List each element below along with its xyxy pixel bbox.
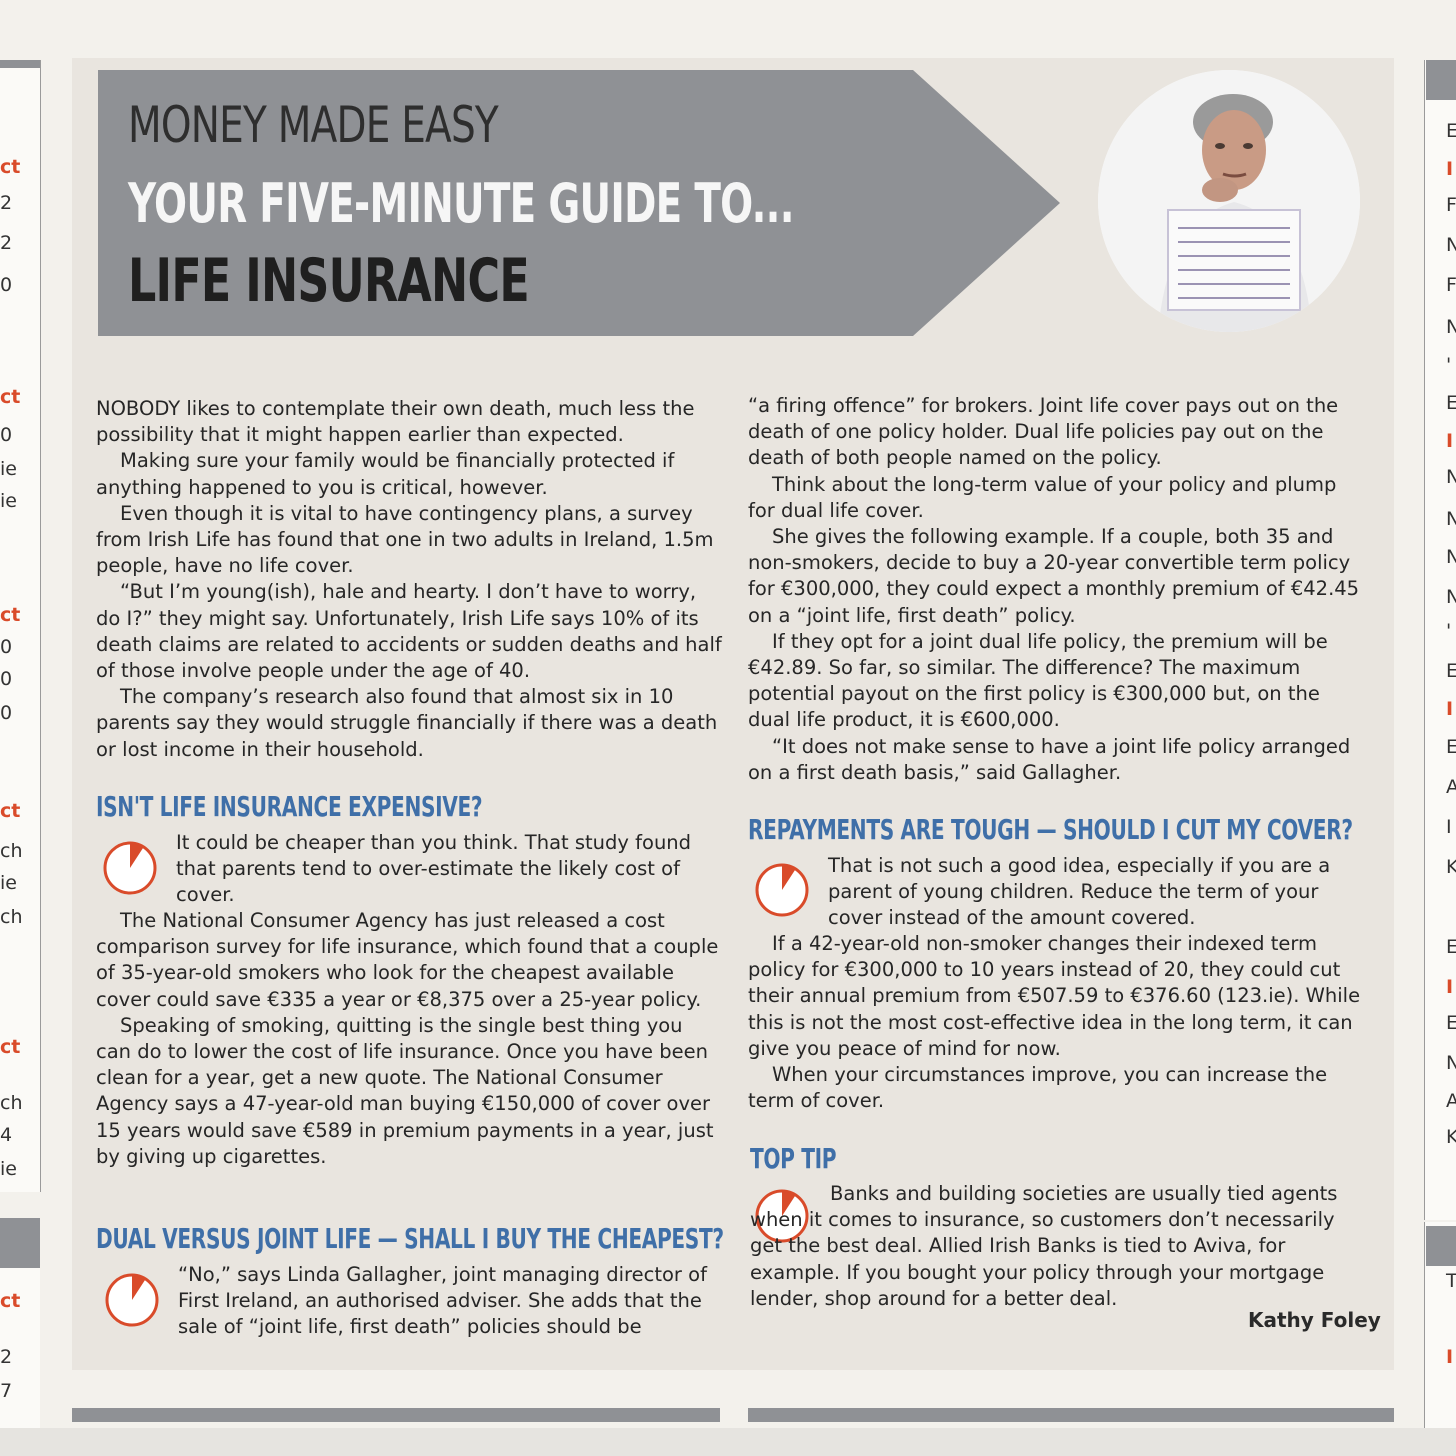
right-fragment-text: I (1446, 158, 1454, 180)
right-fragment-text: ' (1446, 620, 1452, 642)
left-fragment-text: ie (0, 458, 17, 480)
man-with-document-illustration (1098, 70, 1360, 332)
kicker: MONEY MADE EASY (128, 96, 499, 154)
paragraph: When your circumstances improve, you can… (748, 1063, 1328, 1113)
left-fragment-text: ct (0, 156, 21, 178)
left-fragment-text: 2 (0, 232, 13, 254)
headline-topic: LIFE INSURANCE (128, 246, 530, 316)
paragraph: Think about the long-term value of your … (748, 472, 1337, 522)
right-fragment-text: A (1446, 1090, 1456, 1112)
left-neighbour-column (0, 60, 41, 1192)
paragraph: “But I’m young(ish), hale and hearty. I … (96, 580, 722, 683)
left-fragment-text: ch (0, 906, 23, 928)
column-1-intro: NOBODY likes to contemplate their own de… (96, 396, 722, 763)
section-heading: TOP TIP (750, 1142, 837, 1175)
clock-icon (755, 863, 809, 917)
right-fragment-text: N (1446, 466, 1456, 488)
paragraph: “It does not make sense to have a joint … (748, 734, 1351, 784)
left-fragment-text: ct (0, 800, 21, 822)
headline: YOUR FIVE-MINUTE GUIDE TO... (128, 172, 794, 235)
section-heading: REPAYMENTS ARE TOUGH — SHOULD I CUT MY C… (748, 813, 1353, 846)
right-fragment-text: E (1446, 936, 1456, 958)
column-2-intro: “a firing offence” for brokers. Joint li… (748, 393, 1368, 786)
byline: Kathy Foley (1248, 1308, 1381, 1332)
section-heading: DUAL VERSUS JOINT LIFE — SHALL I BUY THE… (96, 1222, 724, 1255)
left-fragment-text: ie (0, 1158, 17, 1180)
section-lead: Banks and building societies are usually… (750, 1182, 1338, 1310)
right-fragment-text: I (1446, 1346, 1454, 1368)
right-fragment-text: N (1446, 316, 1456, 338)
left-fragment-text: 7 (0, 1380, 13, 1402)
left-fragment-text: ct (0, 604, 21, 626)
paragraph: “a firing offence” for brokers. Joint li… (748, 394, 1339, 470)
right-fragment-text: K (1446, 856, 1456, 878)
right-fragment-text: A (1446, 776, 1456, 798)
section-lead: “No,” says Linda Gallagher, joint managi… (178, 1263, 707, 1339)
right-fragment-text: ' (1446, 354, 1452, 376)
column-2-section-3: If a 42-year-old non-smoker changes thei… (748, 931, 1368, 1114)
paragraph: She gives the following example. If a co… (748, 525, 1360, 627)
right-fragment-text: F (1446, 274, 1456, 296)
right-fragment-text: T (1446, 1270, 1456, 1292)
right-fragment-text: E (1446, 736, 1456, 758)
right-fragment-text: N (1446, 508, 1456, 530)
left-fragment-text: 2 (0, 192, 13, 214)
right-fragment-text: F (1446, 194, 1456, 216)
right-fragment-text: N (1446, 1052, 1456, 1074)
left-fragment-text: 0 (0, 668, 13, 690)
left-fragment-text: 0 (0, 702, 13, 724)
right-fragment-text: E (1446, 660, 1456, 682)
left-fragment-text: ch (0, 1092, 23, 1114)
right-fragment-text: I (1446, 976, 1454, 998)
right-neighbour-banner (1426, 1226, 1456, 1266)
clock-icon (105, 1273, 159, 1327)
left-fragment-text: 2 (0, 1346, 13, 1368)
right-neighbour-bar (1426, 60, 1456, 100)
left-fragment-text: ie (0, 490, 17, 512)
paragraph: Speaking of smoking, quitting is the sin… (96, 1013, 714, 1168)
right-fragment-text: E (1446, 120, 1456, 142)
section-lead: It could be cheaper than you think. That… (176, 831, 692, 907)
next-article-banner-right (748, 1408, 1394, 1422)
right-fragment-text: N (1446, 586, 1456, 608)
paragraph: Even though it is vital to have continge… (96, 501, 714, 578)
column-1-section-1: The National Consumer Agency has just re… (96, 908, 722, 1170)
left-fragment-text: ct (0, 1290, 21, 1312)
page-bottom-edge (0, 1428, 1456, 1456)
left-fragment-text: 0 (0, 636, 13, 658)
paragraph: If they opt for a joint dual life policy… (748, 629, 1328, 732)
left-fragment-text: 0 (0, 274, 13, 296)
left-fragment-text: ie (0, 872, 17, 894)
section-lead: That is not such a good idea, especially… (828, 854, 1331, 930)
right-fragment-text: I (1446, 430, 1454, 452)
paragraph: The company’s research also found that a… (96, 685, 718, 761)
right-fragment-text: N (1446, 234, 1456, 256)
paragraph: If a 42-year-old non-smoker changes thei… (748, 932, 1361, 1060)
left-neighbour-bar (0, 60, 40, 68)
paragraph: NOBODY likes to contemplate their own de… (96, 397, 695, 447)
clock-icon (103, 841, 157, 895)
paragraph: The National Consumer Agency has just re… (96, 909, 719, 1011)
next-article-banner-left (72, 1408, 720, 1422)
paragraph: Making sure your family would be financi… (96, 449, 675, 499)
portrait-photo (1098, 70, 1360, 332)
left-fragment-text: ct (0, 1036, 21, 1058)
right-fragment-text: N (1446, 546, 1456, 568)
right-fragment-text: E (1446, 1012, 1456, 1034)
left-fragment-text: 4 (0, 1124, 13, 1146)
right-fragment-text: I (1446, 816, 1452, 838)
section-heading: ISN'T LIFE INSURANCE EXPENSIVE? (96, 790, 483, 823)
left-neighbour-banner (0, 1218, 40, 1268)
left-fragment-text: ch (0, 840, 23, 862)
left-fragment-text: ct (0, 386, 21, 408)
right-fragment-text: E (1446, 392, 1456, 414)
right-fragment-text: I (1446, 698, 1454, 720)
left-fragment-text: 0 (0, 424, 13, 446)
right-fragment-text: K (1446, 1126, 1456, 1148)
